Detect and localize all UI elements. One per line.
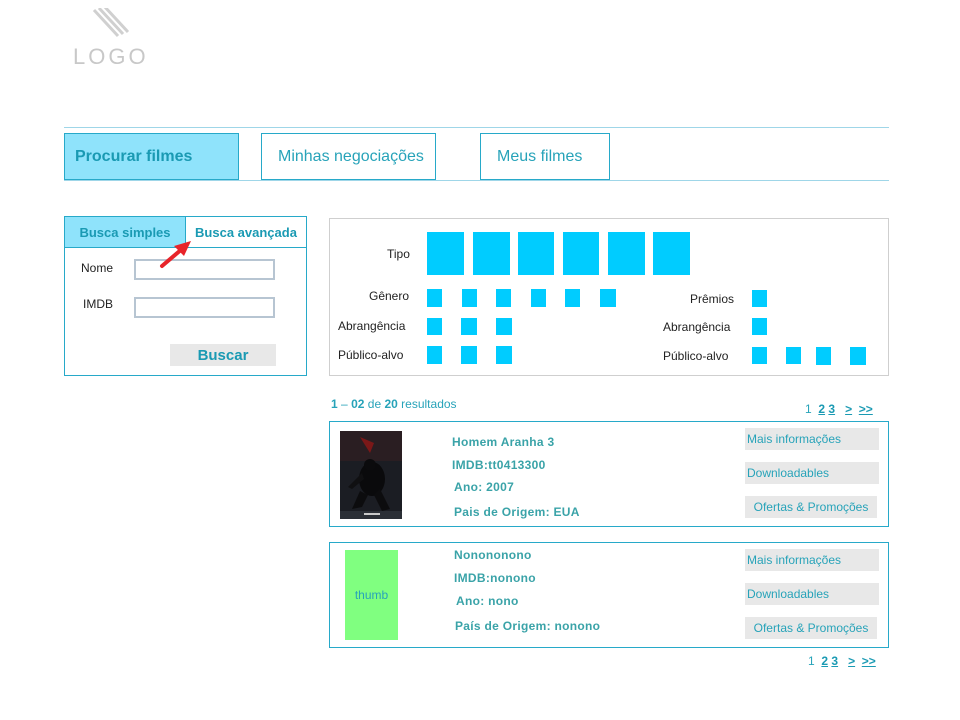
- mais-informacoes-button[interactable]: Mais informações: [745, 549, 879, 571]
- ofertas-promocoes-button[interactable]: Ofertas & Promoções: [745, 617, 877, 639]
- filter-option-genero[interactable]: [531, 289, 546, 307]
- page-link-2[interactable]: 2: [818, 402, 825, 416]
- imdb-label: IMDB: [83, 297, 113, 311]
- button-label: Buscar: [197, 346, 249, 364]
- downloadables-button[interactable]: Downloadables: [745, 583, 879, 605]
- tab-label: Procurar filmes: [75, 147, 193, 165]
- filter-label-publico-alvo: Público-alvo: [338, 348, 404, 362]
- filter-option-abrangencia[interactable]: [496, 318, 512, 335]
- filter-option-tipo[interactable]: [563, 232, 599, 275]
- filter-option-genero[interactable]: [496, 289, 511, 307]
- arrow-icon: [160, 241, 191, 268]
- filter-option-publico-alvo-right[interactable]: [786, 347, 801, 364]
- filter-option-abrangencia[interactable]: [427, 318, 442, 335]
- nav-top-rule: [64, 127, 889, 128]
- filter-panel: Tipo Gênero Abrangência Público-alvo Prê…: [329, 218, 889, 376]
- filter-option-publico-alvo-right[interactable]: [816, 347, 831, 365]
- pagination-bottom: 1 2 3 > >>: [808, 654, 876, 668]
- filter-option-premios[interactable]: [752, 290, 767, 307]
- imdb-input[interactable]: [134, 297, 275, 318]
- movie-imdb: IMDB:tt0413300: [452, 458, 546, 472]
- filter-label-premios: Prêmios: [690, 292, 735, 306]
- movie-poster[interactable]: [340, 431, 402, 519]
- filter-option-tipo[interactable]: [518, 232, 554, 275]
- movie-year: Ano: nono: [456, 594, 519, 608]
- movie-title[interactable]: Nonononono: [454, 548, 532, 562]
- page-link-3[interactable]: 3: [831, 654, 838, 668]
- filter-option-genero[interactable]: [600, 289, 616, 307]
- nome-label: Nome: [81, 261, 114, 275]
- nav-bottom-rule: [64, 180, 889, 181]
- movie-imdb: IMDB:nonono: [454, 571, 536, 585]
- page-next-link[interactable]: >: [848, 654, 855, 668]
- filter-option-tipo[interactable]: [427, 232, 464, 275]
- results-sep: –: [341, 397, 348, 411]
- filter-option-abrangencia-right[interactable]: [752, 318, 767, 335]
- movie-country: Pais de Origem: EUA: [454, 505, 580, 519]
- results-of: de: [367, 397, 382, 411]
- filter-option-publico-alvo[interactable]: [461, 346, 477, 364]
- tab-procurar-filmes[interactable]: Procurar filmes: [64, 133, 239, 180]
- button-label: Ofertas & Promoções: [753, 500, 869, 514]
- filter-label-abrangencia: Abrangência: [338, 319, 406, 333]
- movie-thumb-placeholder[interactable]: thumb: [345, 550, 398, 640]
- buscar-button[interactable]: Buscar: [170, 344, 276, 366]
- results-summary: 1 – 02 de 20 resultados: [331, 397, 457, 411]
- button-label: Downloadables: [747, 587, 830, 601]
- spider-man-poster-icon: [340, 431, 402, 519]
- button-label: Downloadables: [747, 466, 830, 480]
- filter-option-tipo[interactable]: [608, 232, 645, 275]
- results-from: 1: [331, 397, 338, 411]
- page-current: 1: [805, 402, 812, 416]
- result-card: Homem Aranha 3 IMDB:tt0413300 Ano: 2007 …: [329, 421, 889, 527]
- tab-label: Minhas negociações: [278, 147, 424, 165]
- tab-label: Busca avançada: [195, 224, 297, 240]
- filter-option-genero[interactable]: [565, 289, 580, 307]
- filter-option-publico-alvo-right[interactable]: [752, 347, 767, 364]
- tab-label: Busca simples: [79, 224, 171, 240]
- filter-label-publico-alvo-right: Público-alvo: [663, 349, 729, 363]
- logo-text: LOGO: [73, 44, 149, 69]
- pagination-top: 1 2 3 > >>: [805, 402, 873, 416]
- result-card: thumb Nonononono IMDB:nonono Ano: nono P…: [329, 542, 889, 648]
- tab-meus-filmes[interactable]: Meus filmes: [480, 133, 610, 180]
- button-label: Ofertas & Promoções: [753, 621, 869, 635]
- filter-option-genero[interactable]: [462, 289, 477, 307]
- results-total: 20: [384, 397, 398, 411]
- filter-option-publico-alvo[interactable]: [427, 346, 442, 364]
- page-last-link[interactable]: >>: [859, 402, 873, 416]
- filter-option-publico-alvo[interactable]: [496, 346, 512, 364]
- movie-country: País de Origem: nonono: [455, 619, 601, 633]
- page-link-3[interactable]: 3: [828, 402, 835, 416]
- filter-option-tipo[interactable]: [653, 232, 690, 275]
- downloadables-button[interactable]: Downloadables: [745, 462, 879, 484]
- filter-label-genero: Gênero: [369, 289, 410, 303]
- page-link-2[interactable]: 2: [821, 654, 828, 668]
- tab-minhas-negociacoes[interactable]: Minhas negociações: [261, 133, 436, 180]
- mais-informacoes-button[interactable]: Mais informações: [745, 428, 879, 450]
- filter-option-tipo[interactable]: [473, 232, 510, 275]
- tab-busca-avancada[interactable]: Busca avançada: [186, 217, 306, 248]
- filter-option-abrangencia[interactable]: [461, 318, 477, 335]
- thumb-label: thumb: [354, 588, 389, 602]
- filter-label-tipo: Tipo: [387, 247, 410, 261]
- movie-title[interactable]: Homem Aranha 3: [452, 435, 554, 449]
- movie-year: Ano: 2007: [454, 480, 515, 494]
- page-next-link[interactable]: >: [845, 402, 852, 416]
- results-word: resultados: [401, 397, 457, 411]
- logo-stripes-icon: [92, 8, 130, 38]
- button-label: Mais informações: [747, 553, 842, 567]
- page-last-link[interactable]: >>: [862, 654, 876, 668]
- ofertas-promocoes-button[interactable]: Ofertas & Promoções: [745, 496, 877, 518]
- nome-input[interactable]: [134, 259, 275, 280]
- button-label: Mais informações: [747, 432, 842, 446]
- page-current: 1: [808, 654, 815, 668]
- tab-label: Meus filmes: [497, 147, 583, 165]
- filter-label-abrangencia-right: Abrangência: [663, 320, 731, 334]
- results-to: 02: [351, 397, 365, 411]
- filter-option-genero[interactable]: [427, 289, 442, 307]
- filter-option-publico-alvo-right[interactable]: [850, 347, 866, 365]
